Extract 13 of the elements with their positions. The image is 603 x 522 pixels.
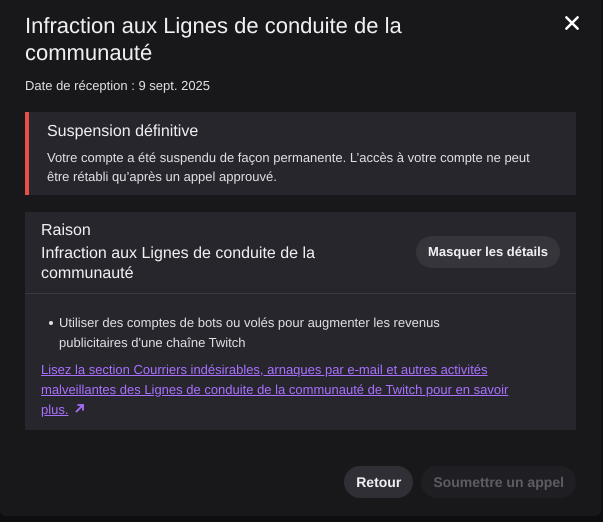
alert-message: Votre compte a été suspendu de façon permanente. L’accès à votre compte ne peut être rétabli qu’après un appel approuvé. bbox=[47, 148, 531, 186]
bullet-icon bbox=[49, 320, 53, 324]
external-link-icon bbox=[73, 402, 86, 414]
dialog-button[interactable]: Retour bbox=[344, 466, 414, 498]
reason-label: Raison bbox=[41, 220, 92, 240]
alert-title: Suspension définitive bbox=[47, 122, 200, 142]
hide-details-button[interactable]: Masquer les détails bbox=[416, 236, 560, 268]
bullet-item: Utiliser des comptes de bots ou volés pour augmenter les revenus publicitaires d'une chaîne Twitch bbox=[59, 314, 441, 352]
dialog-title: Infraction aux Lignes de conduite de la communauté bbox=[25, 12, 403, 66]
guidelines-link[interactable]: Lisez la section Courriers indésirables, arnaques par e-mail et autres activités malveillantes des Lignes de conduite de la communauté de Twitch pour en savoir plus. bbox=[41, 360, 560, 420]
reason-value: Infraction aux Lignes de conduite de la communauté bbox=[41, 244, 316, 284]
close-icon[interactable] bbox=[563, 14, 581, 32]
received-date: Date de réception : 9 sept. 2025 bbox=[25, 77, 212, 95]
